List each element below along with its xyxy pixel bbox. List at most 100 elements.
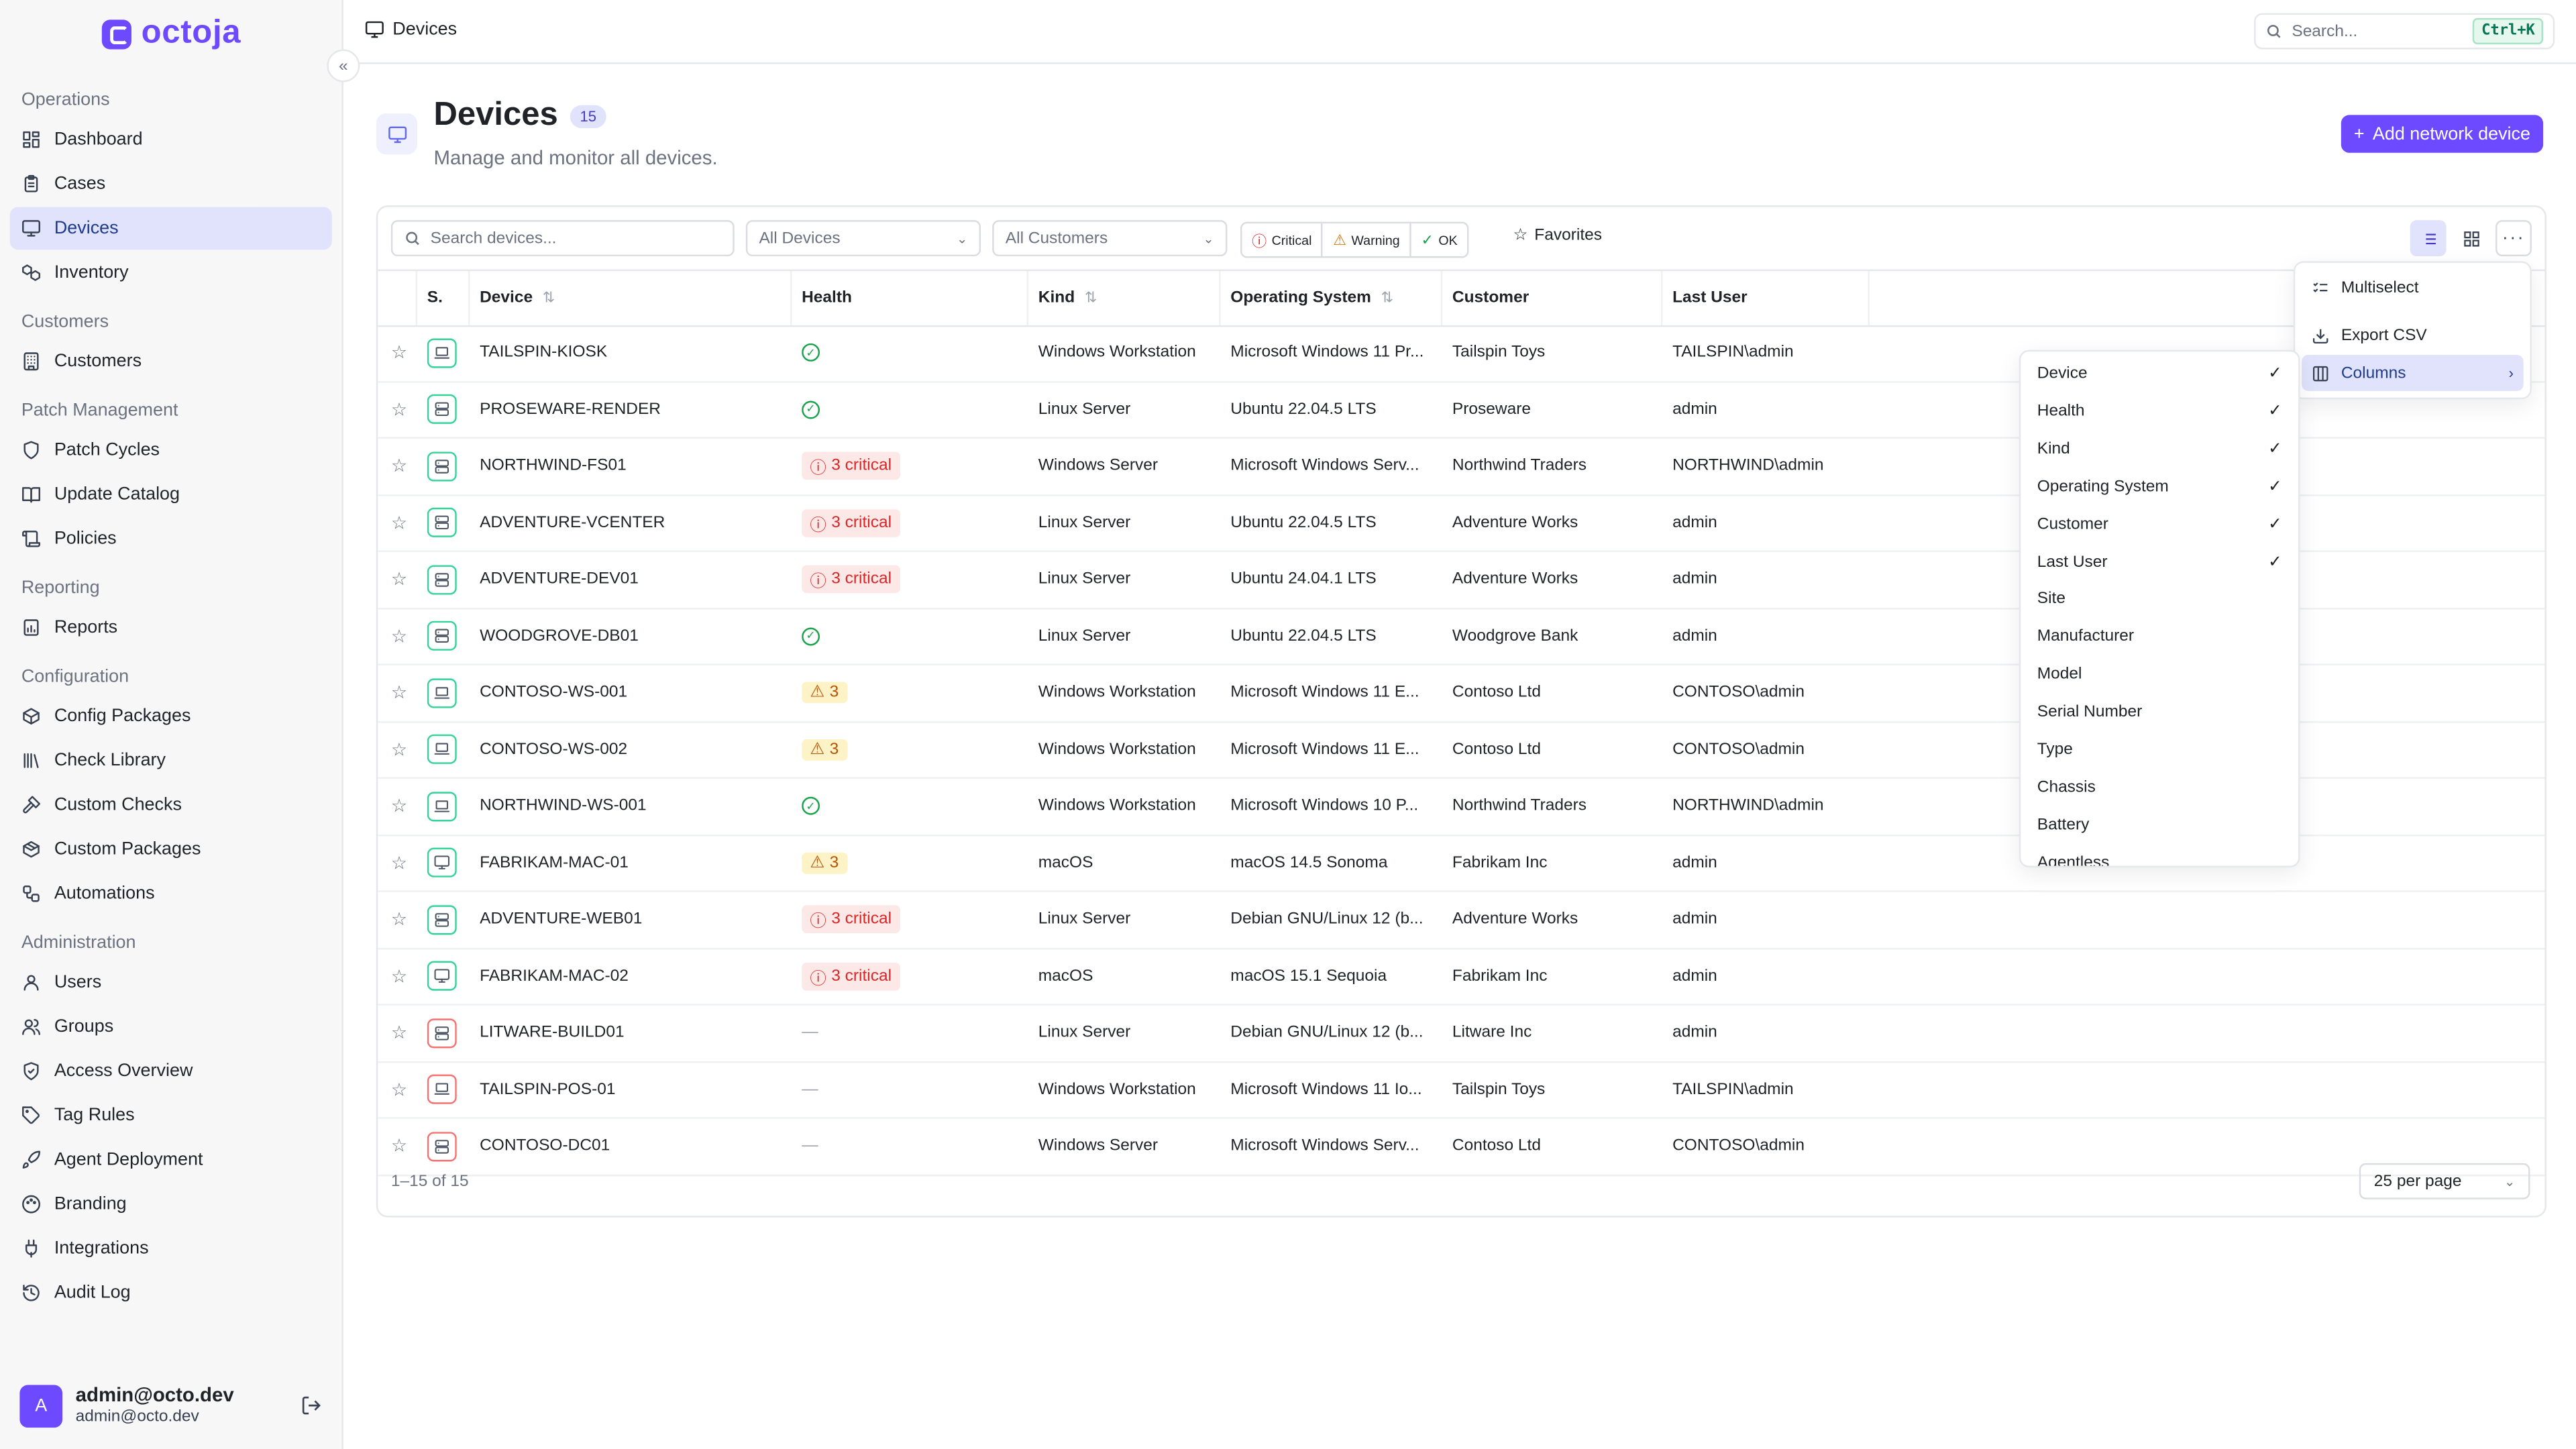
favorite-star-icon[interactable]: ☆ <box>391 455 407 476</box>
table-row[interactable]: ☆ CONTOSO-DC01 — Windows Server Microsoft Wi… <box>378 1119 2545 1176</box>
sidebar-item-update-catalog[interactable]: Update Catalog <box>10 473 332 516</box>
column-device[interactable]: Device ⇅ <box>470 271 792 325</box>
column-customer[interactable]: Customer <box>1442 271 1663 325</box>
table-row[interactable]: ☆ ADVENTURE-WEB01 ⓘ 3 critical Linux Server D… <box>378 892 2545 949</box>
sidebar-item-cases[interactable]: Cases <box>10 162 332 205</box>
device-name-cell[interactable]: WOODGROVE-DB01 <box>480 608 786 663</box>
list-view-button[interactable] <box>2410 220 2447 257</box>
favorite-star-icon[interactable]: ☆ <box>391 1135 407 1157</box>
column-toggle-type[interactable]: Type <box>2021 731 2298 769</box>
sidebar-item-reports[interactable]: Reports <box>10 606 332 649</box>
global-search-input[interactable]: Search... Ctrl+K <box>2254 13 2555 50</box>
table-row[interactable]: ☆ LITWARE-BUILD01 — Linux Server Debian GNU/… <box>378 1006 2545 1063</box>
sidebar-item-agent-deployment[interactable]: Agent Deployment <box>10 1138 332 1181</box>
sort-icon[interactable]: ⇅ <box>543 289 555 307</box>
column-toggle-site[interactable]: Site <box>2021 580 2298 618</box>
app-logo[interactable]: octoja <box>101 15 241 52</box>
sidebar-item-integrations[interactable]: Integrations <box>10 1227 332 1270</box>
filter-ok-button[interactable]: ✓ OK <box>1411 223 1468 256</box>
device-name-cell[interactable]: LITWARE-BUILD01 <box>480 1006 786 1060</box>
sidebar-item-check-library[interactable]: Check Library <box>10 739 332 782</box>
device-name-cell[interactable]: FABRIKAM-MAC-01 <box>480 835 786 890</box>
device-name-cell[interactable]: CONTOSO-DC01 <box>480 1119 786 1173</box>
user-account[interactable]: A admin@octo.dev admin@octo.dev <box>19 1383 331 1430</box>
grid-view-button[interactable] <box>2453 220 2489 256</box>
favorite-star-icon[interactable]: ☆ <box>391 965 407 986</box>
device-name-cell[interactable]: ADVENTURE-DEV01 <box>480 552 786 606</box>
column-toggle-manufacturer[interactable]: Manufacturer <box>2021 619 2298 656</box>
device-name-cell[interactable]: PROSEWARE-RENDER <box>480 382 786 436</box>
device-type-select[interactable]: All Devices ⌄ <box>745 220 981 257</box>
favorite-star-icon[interactable]: ☆ <box>391 568 407 590</box>
menu-item-export-csv[interactable]: Export CSV <box>2302 317 2524 354</box>
sidebar-item-policies[interactable]: Policies <box>10 517 332 560</box>
sidebar-item-dashboard[interactable]: Dashboard <box>10 118 332 161</box>
column-toggle-operating-system[interactable]: Operating System ✓ <box>2021 468 2298 505</box>
column-toggle-last-user[interactable]: Last User ✓ <box>2021 543 2298 580</box>
menu-item-multiselect[interactable]: Multiselect <box>2302 270 2524 306</box>
sidebar-item-custom-packages[interactable]: Custom Packages <box>10 828 332 871</box>
filter-warning-button[interactable]: ⚠ Warning <box>1324 223 1411 257</box>
filter-critical-button[interactable]: ⓘ Critical <box>1242 223 1324 257</box>
column-toggle-serial-number[interactable]: Serial Number <box>2021 694 2298 731</box>
device-name-cell[interactable]: TAILSPIN-POS-01 <box>480 1062 786 1116</box>
column-kind[interactable]: Kind ⇅ <box>1028 271 1221 325</box>
device-name-cell[interactable]: CONTOSO-WS-001 <box>480 665 786 720</box>
sidebar-item-patch-cycles[interactable]: Patch Cycles <box>10 429 332 472</box>
column-toggle-model[interactable]: Model <box>2021 656 2298 694</box>
column-toggle-agentless[interactable]: Agentless <box>2021 844 2298 866</box>
column-operating-system[interactable]: Operating System ⇅ <box>1221 271 1443 325</box>
device-name-cell[interactable]: TAILSPIN-KIOSK <box>480 325 786 380</box>
add-network-device-button[interactable]: + Add network device <box>2341 115 2544 153</box>
device-name-cell[interactable]: ADVENTURE-VCENTER <box>480 495 786 549</box>
sidebar-item-access-overview[interactable]: Access Overview <box>10 1050 332 1093</box>
column-last-user[interactable]: Last User <box>1662 271 1870 325</box>
device-name-cell[interactable]: NORTHWIND-FS01 <box>480 439 786 493</box>
sort-icon[interactable]: ⇅ <box>1085 289 1097 307</box>
sidebar-item-custom-checks[interactable]: Custom Checks <box>10 784 332 826</box>
favorite-star-icon[interactable]: ☆ <box>391 398 407 419</box>
column-toggle-health[interactable]: Health ✓ <box>2021 392 2298 430</box>
sidebar-item-devices[interactable]: Devices <box>9 207 332 250</box>
sidebar-item-inventory[interactable]: Inventory <box>10 252 332 294</box>
favorite-star-icon[interactable]: ☆ <box>391 795 407 816</box>
table-row[interactable]: ☆ FABRIKAM-MAC-02 ⓘ 3 critical macOS macOS 15… <box>378 949 2545 1006</box>
device-search-input[interactable]: Search devices... <box>390 220 735 257</box>
favorite-star-icon[interactable]: ☆ <box>391 852 407 873</box>
sidebar-item-customers[interactable]: Customers <box>10 340 332 383</box>
customer-select[interactable]: All Customers ⌄ <box>992 220 1228 257</box>
favorite-star-icon[interactable]: ☆ <box>391 625 407 646</box>
menu-item-columns[interactable]: Columns › <box>2302 354 2524 391</box>
sort-icon[interactable]: ⇅ <box>1381 289 1393 307</box>
column-toggle-kind[interactable]: Kind ✓ <box>2021 430 2298 468</box>
favorite-star-icon[interactable]: ☆ <box>391 341 407 363</box>
favorites-button[interactable]: ☆ Favorites <box>1513 227 1602 245</box>
more-actions-button[interactable]: ··· <box>2496 220 2532 257</box>
collapse-sidebar-button[interactable]: « <box>327 49 360 83</box>
table-row[interactable]: ☆ TAILSPIN-POS-01 — Windows Workstation Micr… <box>378 1062 2545 1119</box>
sidebar-item-audit-log[interactable]: Audit Log <box>10 1272 332 1315</box>
device-name-cell[interactable]: NORTHWIND-WS-001 <box>480 779 786 833</box>
favorite-star-icon[interactable]: ☆ <box>391 908 407 930</box>
device-name-cell[interactable]: ADVENTURE-WEB01 <box>480 892 786 947</box>
sidebar-item-groups[interactable]: Groups <box>10 1006 332 1049</box>
favorite-star-icon[interactable]: ☆ <box>391 512 407 533</box>
column-status[interactable]: S. <box>417 271 470 325</box>
logout-icon[interactable] <box>301 1395 322 1416</box>
sidebar-item-tag-rules[interactable]: Tag Rules <box>10 1094 332 1137</box>
column-toggle-customer[interactable]: Customer ✓ <box>2021 505 2298 543</box>
favorite-star-icon[interactable]: ☆ <box>391 739 407 759</box>
per-page-select[interactable]: 25 per page ⌄ <box>2359 1163 2530 1199</box>
sidebar-item-users[interactable]: Users <box>10 961 332 1004</box>
favorite-star-icon[interactable]: ☆ <box>391 682 407 703</box>
column-toggle-battery[interactable]: Battery <box>2021 806 2298 844</box>
device-name-cell[interactable]: FABRIKAM-MAC-02 <box>480 949 786 1003</box>
sidebar-item-config-packages[interactable]: Config Packages <box>10 695 332 738</box>
sidebar-item-automations[interactable]: Automations <box>10 872 332 915</box>
favorite-star-icon[interactable]: ☆ <box>391 1022 407 1043</box>
column-toggle-device[interactable]: Device ✓ <box>2021 355 2298 392</box>
device-name-cell[interactable]: CONTOSO-WS-002 <box>480 722 786 776</box>
column-health[interactable]: Health <box>792 271 1029 325</box>
column-toggle-chassis[interactable]: Chassis <box>2021 769 2298 806</box>
sidebar-item-branding[interactable]: Branding <box>10 1183 332 1226</box>
